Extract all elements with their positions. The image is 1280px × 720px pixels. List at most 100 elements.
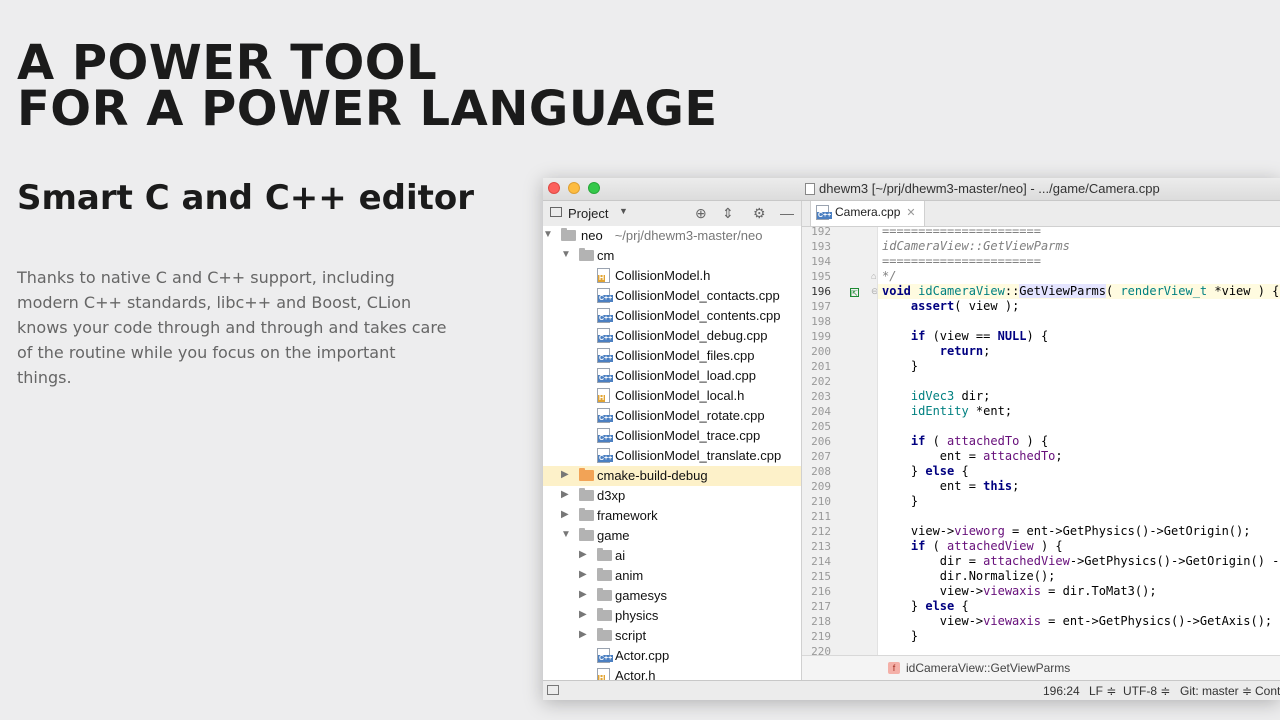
tree-item[interactable]: ▶ framework bbox=[543, 506, 801, 526]
encoding-selector[interactable]: UTF-8 ≑ bbox=[1123, 684, 1170, 698]
tree-item[interactable]: C++ CollisionModel_debug.cpp bbox=[543, 326, 801, 346]
line-number: 204 bbox=[811, 405, 831, 418]
folder-icon bbox=[579, 508, 594, 521]
line-number: 211 bbox=[811, 510, 831, 523]
chevron-right-icon[interactable]: ▶ bbox=[561, 489, 569, 500]
tree-item[interactable]: C++ CollisionModel_trace.cpp bbox=[543, 426, 801, 446]
chevron-down-icon[interactable]: ▼ bbox=[561, 249, 571, 260]
code-line: ent = this; bbox=[882, 479, 1020, 493]
cpp-file-icon: C++ bbox=[597, 408, 614, 423]
tree-item[interactable]: C++ Actor.cpp bbox=[543, 646, 801, 666]
code-line-current: void idCameraView::GetViewParms( renderV… bbox=[878, 284, 1280, 299]
tree-item-label: gamesys bbox=[615, 588, 668, 603]
tree-item[interactable]: ▼ cm bbox=[543, 246, 801, 266]
line-number: 217 bbox=[811, 600, 831, 613]
chevron-right-icon[interactable]: ▶ bbox=[579, 609, 587, 620]
tree-item[interactable]: ▶ gamesys bbox=[543, 586, 801, 606]
tree-item[interactable]: ▶ script bbox=[543, 626, 801, 646]
line-number: 202 bbox=[811, 375, 831, 388]
hero-title-line1: A POWER TOOL bbox=[17, 35, 438, 91]
tree-item[interactable]: ▶ ai bbox=[543, 546, 801, 566]
tab-camera-cpp[interactable]: C++ Camera.cpp ✕ bbox=[810, 201, 925, 226]
minimize-icon[interactable]: — bbox=[780, 205, 794, 221]
line-number: 192 bbox=[811, 227, 831, 238]
cpp-file-icon: C++ bbox=[597, 368, 614, 383]
code-line: */ bbox=[882, 269, 897, 283]
cpp-file-icon: C++ bbox=[597, 448, 614, 463]
chevron-down-icon[interactable]: ▼ bbox=[543, 229, 553, 240]
folder-icon bbox=[597, 548, 612, 561]
tree-item-label: Actor.cpp bbox=[615, 648, 670, 663]
folder-icon bbox=[597, 608, 612, 621]
line-number: 194 bbox=[811, 255, 831, 268]
tree-item[interactable]: H Actor.h bbox=[543, 666, 801, 680]
tree-item-label: cmake-build-debug bbox=[597, 468, 708, 483]
gear-icon[interactable]: ⚙ bbox=[753, 205, 766, 222]
code-line: ====================== bbox=[882, 254, 1041, 268]
implements-marker-icon[interactable]: ⇱ bbox=[850, 288, 859, 298]
tree-root-neo[interactable]: ▼ neo ~/prj/dhewm3-master/neo bbox=[543, 226, 801, 246]
cpp-file-icon: C++ bbox=[597, 348, 614, 363]
breadcrumb-function[interactable]: idCameraView::GetViewParms bbox=[906, 661, 1070, 675]
fold-icon[interactable]: ⊖ bbox=[871, 286, 877, 297]
code-area[interactable]: ====================== idCameraView::Get… bbox=[878, 227, 1280, 655]
chevron-right-icon[interactable]: ▶ bbox=[561, 469, 569, 480]
toggle-tool-windows-icon[interactable] bbox=[547, 685, 559, 695]
tree-item-label: CollisionModel_debug.cpp bbox=[615, 328, 768, 343]
tree-item[interactable]: C++ CollisionModel_rotate.cpp bbox=[543, 406, 801, 426]
code-breadcrumb[interactable]: f idCameraView::GetViewParms bbox=[802, 655, 1280, 681]
editor-tabbar: C++ Camera.cpp ✕ bbox=[802, 201, 1280, 227]
code-line: ent = attachedTo; bbox=[882, 449, 1063, 463]
minimize-window-button[interactable] bbox=[568, 182, 580, 194]
window-titlebar: dhewm3 [~/prj/dhewm3-master/neo] - .../g… bbox=[543, 178, 1280, 201]
tree-item[interactable]: ▼ game bbox=[543, 526, 801, 546]
tree-item[interactable]: C++ CollisionModel_files.cpp bbox=[543, 346, 801, 366]
chevron-right-icon[interactable]: ▶ bbox=[579, 629, 587, 640]
close-window-button[interactable] bbox=[548, 182, 560, 194]
chevron-right-icon[interactable]: ▶ bbox=[561, 509, 569, 520]
line-number: 214 bbox=[811, 555, 831, 568]
code-line: dir.Normalize(); bbox=[882, 569, 1056, 583]
code-line: view->viewaxis = dir.ToMat3(); bbox=[882, 584, 1157, 598]
chevron-right-icon[interactable]: ▶ bbox=[579, 589, 587, 600]
tree-item[interactable]: ▶ d3xp bbox=[543, 486, 801, 506]
chevron-down-icon[interactable]: ▼ bbox=[619, 206, 628, 216]
tree-item[interactable]: H CollisionModel.h bbox=[543, 266, 801, 286]
line-number: 213 bbox=[811, 540, 831, 553]
chevron-right-icon[interactable]: ▶ bbox=[579, 549, 587, 560]
fold-icon[interactable]: ⌂ bbox=[871, 271, 876, 281]
code-line: } else { bbox=[882, 464, 969, 478]
tree-item[interactable]: H CollisionModel_local.h bbox=[543, 386, 801, 406]
code-line: view->vieworg = ent->GetPhysics()->GetOr… bbox=[882, 524, 1251, 538]
code-line: view->viewaxis = ent->GetPhysics()->GetA… bbox=[882, 614, 1273, 628]
code-line: } bbox=[882, 359, 919, 373]
caret-position[interactable]: 196:24 bbox=[1043, 684, 1080, 698]
chevron-right-icon[interactable]: ▶ bbox=[579, 569, 587, 580]
cpp-file-icon: C++ bbox=[597, 648, 614, 663]
line-separator-selector[interactable]: LF ≑ bbox=[1089, 684, 1116, 698]
chevron-down-icon[interactable]: ▼ bbox=[561, 529, 571, 540]
tree-item-label: cm bbox=[597, 248, 615, 263]
tree-item[interactable]: ▶ physics bbox=[543, 606, 801, 626]
git-branch-selector[interactable]: Git: master ≑ bbox=[1180, 684, 1252, 698]
context-selector[interactable]: Cont bbox=[1255, 684, 1280, 698]
project-view-selector[interactable]: Project bbox=[568, 206, 608, 221]
line-number: 206 bbox=[811, 435, 831, 448]
line-number: 198 bbox=[811, 315, 831, 328]
tree-item[interactable]: ▶ anim bbox=[543, 566, 801, 586]
folder-icon bbox=[597, 568, 612, 581]
collapse-icon[interactable]: ⇕ bbox=[722, 205, 734, 222]
tree-item[interactable]: C++ CollisionModel_load.cpp bbox=[543, 366, 801, 386]
tree-item[interactable]: C++ CollisionModel_translate.cpp bbox=[543, 446, 801, 466]
target-icon[interactable]: ⊕ bbox=[695, 205, 707, 222]
line-number: 216 bbox=[811, 585, 831, 598]
tree-item[interactable]: ▶ cmake-build-debug bbox=[543, 466, 801, 486]
code-line: if (view == NULL) { bbox=[910, 329, 1049, 343]
close-tab-icon[interactable]: ✕ bbox=[906, 207, 915, 219]
tree-item[interactable]: C++ CollisionModel_contacts.cpp bbox=[543, 286, 801, 306]
tree-item-label: CollisionModel_contents.cpp bbox=[615, 308, 781, 323]
project-tree: ▼ neo ~/prj/dhewm3-master/neo ▼ cm H Collisi… bbox=[543, 226, 801, 680]
tree-item-label: CollisionModel_load.cpp bbox=[615, 368, 756, 383]
zoom-window-button[interactable] bbox=[588, 182, 600, 194]
tree-item[interactable]: C++ CollisionModel_contents.cpp bbox=[543, 306, 801, 326]
